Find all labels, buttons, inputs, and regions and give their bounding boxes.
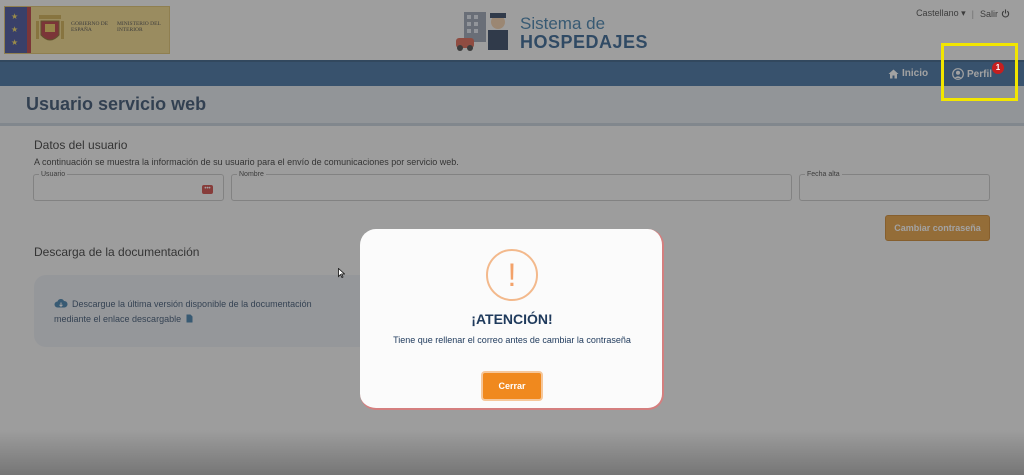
modal-title: ¡ATENCIÓN! (471, 311, 553, 327)
warning-icon: ! (486, 249, 538, 301)
close-button[interactable]: Cerrar (481, 371, 543, 401)
attention-modal: ! ¡ATENCIÓN! Tiene que rellenar el corre… (360, 229, 664, 410)
mouse-cursor-icon (338, 267, 346, 280)
highlight-annotation (941, 43, 1018, 101)
bottom-shade (0, 430, 1024, 475)
modal-message: Tiene que rellenar el correo antes de ca… (393, 335, 631, 345)
